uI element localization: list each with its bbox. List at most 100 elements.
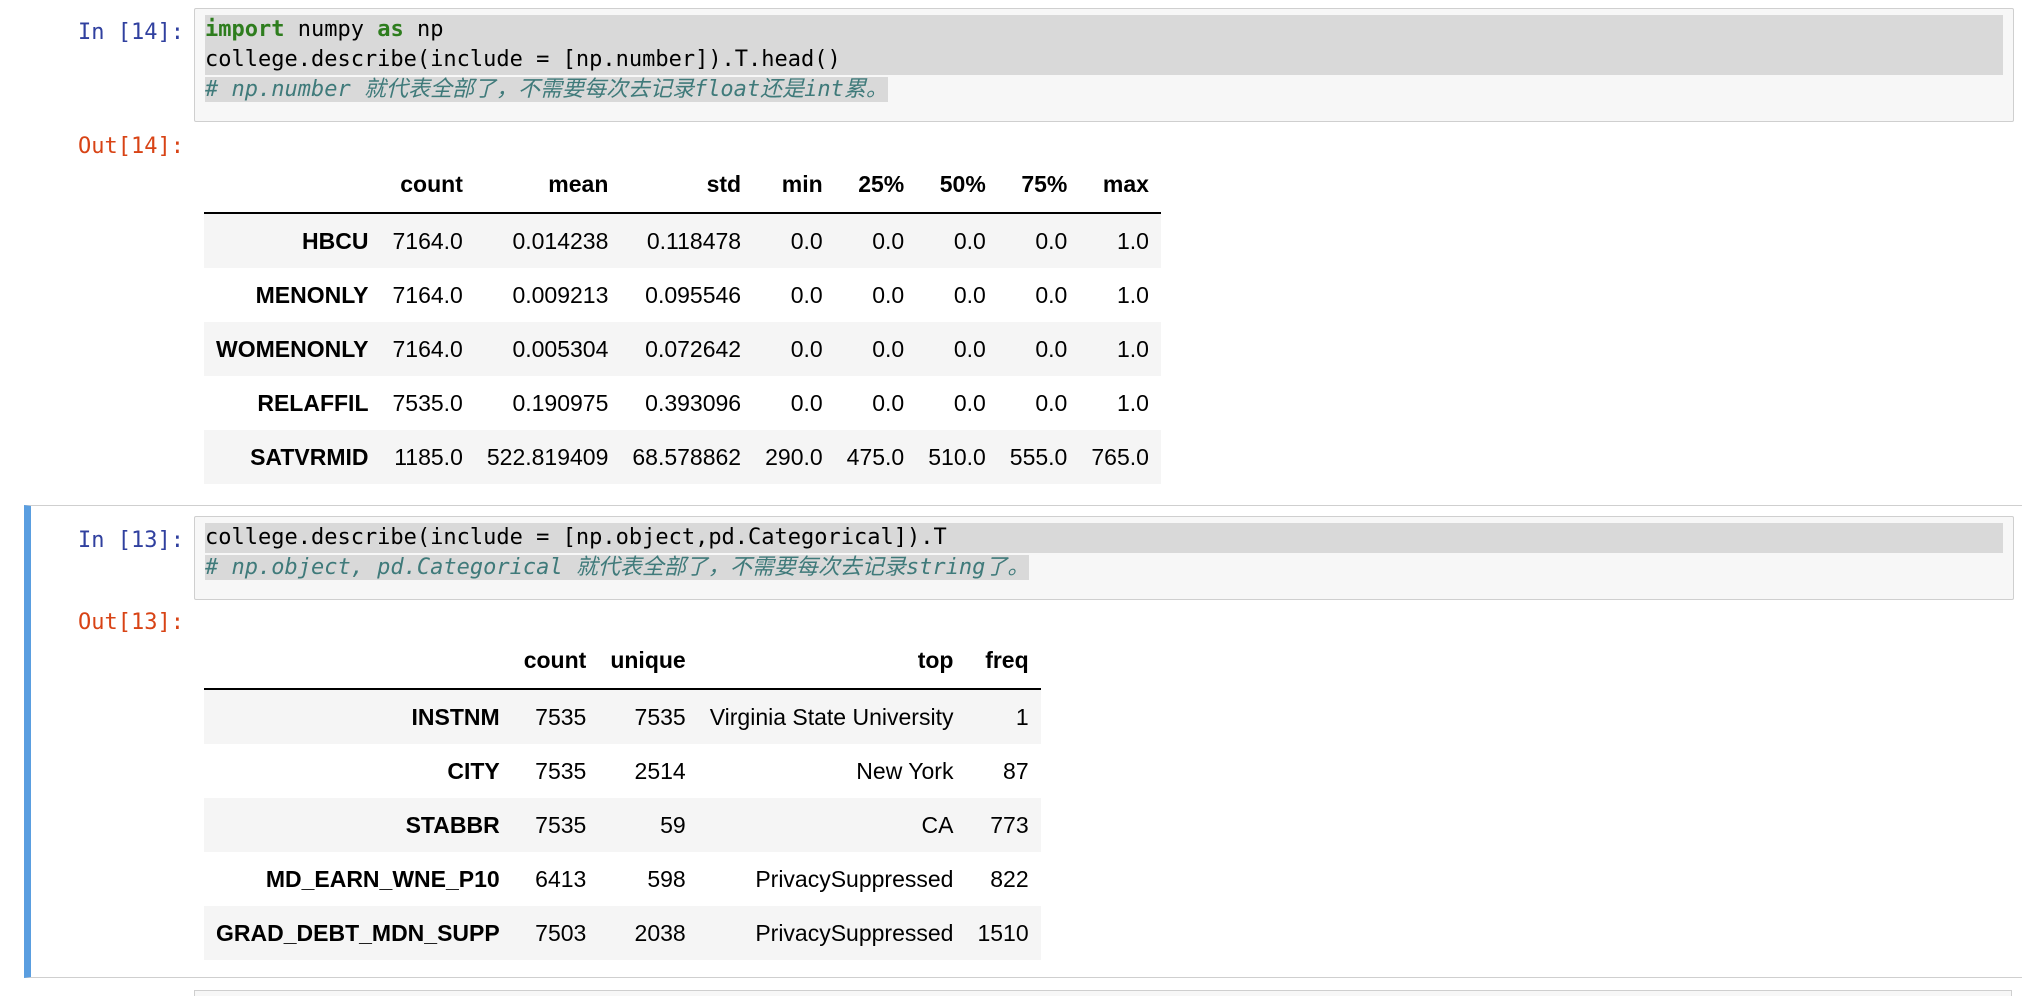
column-header: std — [620, 156, 754, 214]
table-cell: 0.0 — [790, 227, 823, 254]
row-index: SATVRMID — [250, 443, 369, 470]
out-prompt: Out[14]: — [78, 134, 184, 159]
row-index: CITY — [447, 757, 500, 784]
table-cell: PrivacySuppressed — [755, 865, 954, 892]
table-cell: 1.0 — [1116, 227, 1149, 254]
table-cell: 7535.0 — [392, 389, 463, 416]
table-cell: 0.0 — [953, 227, 986, 254]
table-row: RELAFFIL 7535.0 0.190975 0.393096 0.0 0.… — [204, 376, 1161, 430]
table-cell: 7503 — [535, 919, 587, 946]
code-line: college.describe(include = [np.number]).… — [205, 45, 2003, 75]
table-cell: 0.0 — [953, 335, 986, 362]
table-cell: 0.009213 — [512, 281, 609, 308]
table-row: MD_EARN_WNE_P10 6413 598 PrivacySuppress… — [204, 852, 1041, 906]
column-header: count — [380, 156, 475, 214]
code-comment: # np.object, pd.Categorical 就代表全部了，不需要每次… — [205, 555, 1030, 580]
table-cell: 7535 — [535, 757, 587, 784]
table-cell: 0.0 — [953, 281, 986, 308]
column-header: max — [1079, 156, 1161, 214]
table-cell: 7164.0 — [392, 281, 463, 308]
notebook-page: In [14]: import numpy as np college.desc… — [0, 0, 2022, 996]
table-cell: 0.0 — [1035, 281, 1068, 308]
describe-object-table: count unique top freq INSTNM 7535 7535 V… — [204, 632, 1041, 960]
table-cell: 1510 — [977, 919, 1029, 946]
row-index: INSTNM — [411, 703, 500, 730]
column-header: min — [753, 156, 835, 214]
table-cell: 7164.0 — [392, 227, 463, 254]
column-header — [204, 632, 512, 690]
in-prompt: In [13]: — [78, 528, 184, 553]
table-cell: 773 — [990, 811, 1029, 838]
table-cell: 0.095546 — [645, 281, 742, 308]
table-cell: CA — [921, 811, 954, 838]
table-cell: 6413 — [535, 865, 587, 892]
column-header: count — [511, 632, 599, 690]
table-cell: New York — [856, 757, 954, 784]
table-cell: 510.0 — [928, 443, 986, 470]
column-header — [204, 156, 381, 214]
table-cell: 68.578862 — [632, 443, 742, 470]
table-row: MENONLY 7164.0 0.009213 0.095546 0.0 0.0… — [204, 268, 1161, 322]
out-prompt: Out[13]: — [78, 610, 184, 635]
table-cell: 2038 — [634, 919, 686, 946]
table-cell: 0.190975 — [512, 389, 609, 416]
table-cell: 7164.0 — [392, 335, 463, 362]
table-header-row: count unique top freq — [204, 632, 1041, 690]
table-cell: 0.005304 — [512, 335, 609, 362]
table-cell: 59 — [660, 811, 686, 838]
row-index: HBCU — [302, 227, 369, 254]
column-header: 25% — [834, 156, 917, 214]
table-cell: 290.0 — [765, 443, 823, 470]
table-cell: 0.0 — [1035, 389, 1068, 416]
table-cell: 7535 — [535, 703, 587, 730]
column-header: top — [697, 632, 966, 690]
table-row: CITY 7535 2514 New York 87 — [204, 744, 1041, 798]
table-cell: 7535 — [535, 811, 587, 838]
row-index: RELAFFIL — [257, 389, 369, 416]
table-cell: 0.0 — [1035, 227, 1068, 254]
table-cell: Virginia State University — [709, 703, 954, 730]
table-row: GRAD_DEBT_MDN_SUPP 7503 2038 PrivacySupp… — [204, 906, 1041, 960]
table-row: STABBR 7535 59 CA 773 — [204, 798, 1041, 852]
table-cell: 0.0 — [872, 389, 905, 416]
table-cell: 87 — [1003, 757, 1029, 784]
describe-number-table: count mean std min 25% 50% 75% max HBCU … — [204, 156, 1161, 484]
table-header-row: count mean std min 25% 50% 75% max — [204, 156, 1161, 214]
table-cell: 0.118478 — [646, 227, 742, 254]
table-cell: 2514 — [634, 757, 686, 784]
table-cell: 0.393096 — [645, 389, 742, 416]
row-index: WOMENONLY — [216, 335, 369, 362]
in-prompt: In [14]: — [78, 20, 184, 45]
code-cell-13[interactable]: In [13]: college.describe(include = [np.… — [24, 505, 2022, 978]
row-index: MENONLY — [255, 281, 369, 308]
table-cell: 1 — [1015, 703, 1029, 730]
table-cell: PrivacySuppressed — [755, 919, 954, 946]
code-cell-14[interactable]: In [14]: import numpy as np college.desc… — [24, 0, 2022, 502]
table-row: INSTNM 7535 7535 Virginia State Universi… — [204, 689, 1041, 744]
next-cell-input[interactable] — [194, 990, 2012, 996]
table-cell: 822 — [990, 865, 1029, 892]
table-cell: 765.0 — [1091, 443, 1149, 470]
table-cell: 0.072642 — [645, 335, 742, 362]
table-cell: 1.0 — [1116, 335, 1149, 362]
table-cell: 555.0 — [1009, 443, 1068, 470]
table-cell: 1.0 — [1116, 389, 1149, 416]
code-comment: # np.number 就代表全部了，不需要每次去记录float还是int累。 — [205, 77, 888, 102]
code-input[interactable]: college.describe(include = [np.object,pd… — [194, 516, 2014, 600]
table-cell: 0.0 — [790, 335, 823, 362]
table-cell: 0.0 — [790, 389, 823, 416]
row-index: GRAD_DEBT_MDN_SUPP — [216, 919, 500, 946]
table-row: WOMENONLY 7164.0 0.005304 0.072642 0.0 0… — [204, 322, 1161, 376]
table-cell: 7535 — [634, 703, 686, 730]
code-input[interactable]: import numpy as np college.describe(incl… — [194, 8, 2014, 122]
column-header: unique — [598, 632, 698, 690]
code-line: college.describe(include = [np.object,pd… — [205, 523, 2003, 553]
column-header: 75% — [997, 156, 1080, 214]
column-header: freq — [965, 632, 1041, 690]
row-index: MD_EARN_WNE_P10 — [265, 865, 500, 892]
table-cell: 0.0 — [790, 281, 823, 308]
table-cell: 0.0 — [953, 389, 986, 416]
table-cell: 0.0 — [872, 281, 905, 308]
table-cell: 522.819409 — [486, 443, 609, 470]
table-cell: 475.0 — [846, 443, 905, 470]
